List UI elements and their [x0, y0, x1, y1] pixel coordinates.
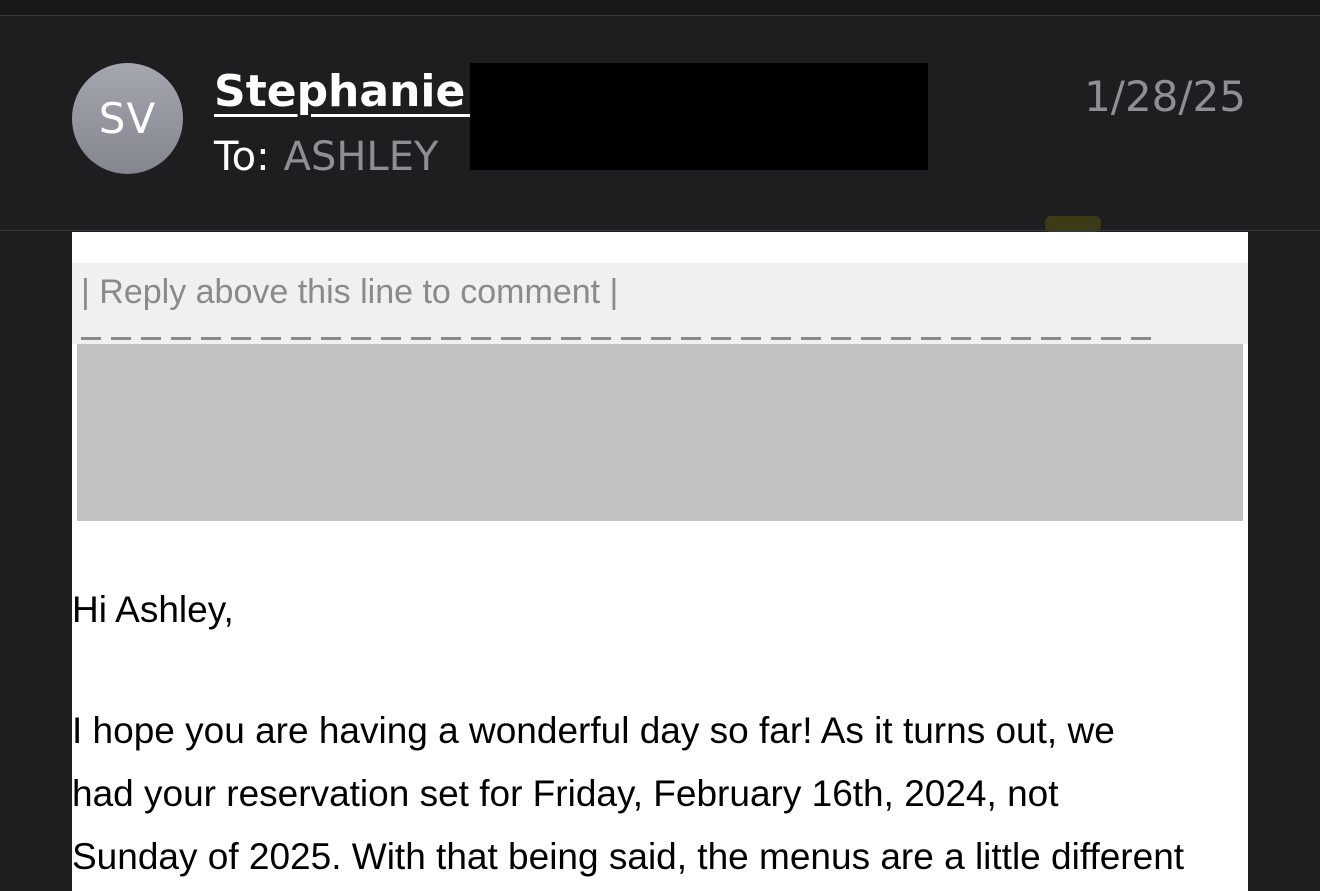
paragraph-line: I hope you are having a wonderful day so… [72, 710, 1115, 751]
email-date: 1/28/25 [1084, 72, 1246, 121]
avatar-initials: SV [98, 94, 157, 143]
paragraph-line: Sunday of 2025. With that being said, th… [72, 836, 1185, 877]
reply-line-text: | Reply above this line to comment | [81, 273, 619, 311]
message-body: | Reply above this line to comment | Hi … [72, 232, 1248, 891]
reply-banner: | Reply above this line to comment | [72, 263, 1248, 344]
message-paragraph: I hope you are having a wonderful day so… [72, 699, 1248, 888]
paragraph-line: had your reservation set for Friday, Feb… [72, 773, 1059, 814]
to-label: To: [214, 134, 270, 180]
sender-avatar[interactable]: SV [72, 63, 183, 174]
dashed-divider [81, 337, 1153, 340]
email-header: SV Stephanie V To: ASHLEY 1/28/25 [0, 16, 1320, 230]
recipient-name[interactable]: ASHLEY [284, 134, 439, 180]
redacted-content-block [77, 344, 1243, 521]
email-viewer: SV Stephanie V To: ASHLEY 1/28/25 | Reply… [0, 0, 1320, 891]
redaction-box [470, 63, 928, 170]
greeting-text: Hi Ashley, [72, 589, 234, 630]
header-divider [0, 230, 1320, 231]
recipient-line: To: ASHLEY [214, 134, 438, 180]
top-toolbar-strip [0, 0, 1320, 16]
